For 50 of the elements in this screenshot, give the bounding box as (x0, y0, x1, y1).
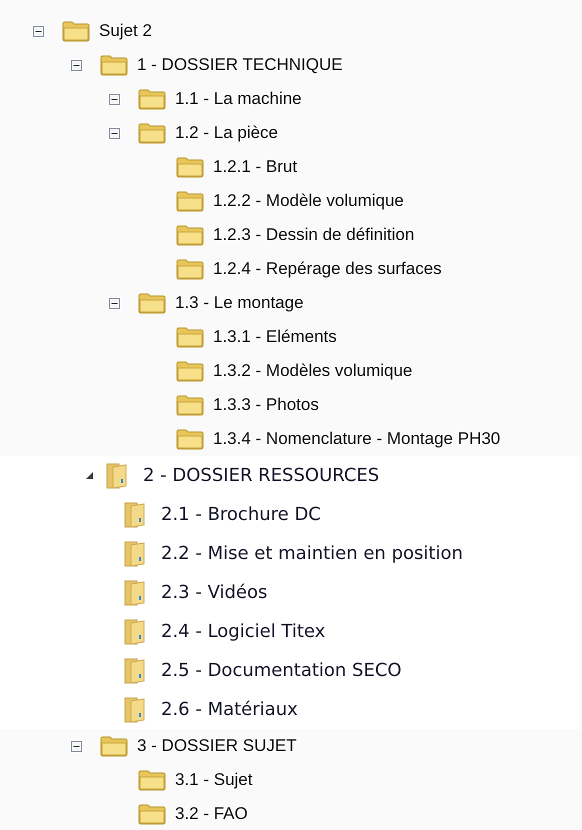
folder-icon (137, 769, 167, 791)
folder-icon (61, 20, 91, 42)
folder-icon (137, 122, 167, 144)
collapse-toggle-icon[interactable] (109, 298, 120, 308)
folder-icon (175, 394, 205, 416)
folder-icon (123, 578, 147, 606)
collapse-toggle-icon[interactable] (109, 128, 120, 138)
folder-label[interactable]: 1.2 - La pièce (175, 120, 278, 146)
folder-icon (123, 656, 147, 684)
folder-label[interactable]: 1.1 - La machine (175, 86, 302, 112)
folder-icon (123, 696, 147, 724)
folder-label[interactable]: 1.3 - Le montage (175, 290, 304, 316)
folder-label[interactable]: 1.3.3 - Photos (213, 392, 319, 418)
folder-label[interactable]: 2.6 - Matériaux (161, 696, 298, 723)
folder-icon (123, 540, 147, 568)
folder-icon (123, 618, 147, 646)
folder-label[interactable]: 1.3.1 - Eléments (213, 324, 337, 350)
folder-label[interactable]: 2.4 - Logiciel Titex (161, 618, 326, 645)
collapse-toggle-icon[interactable] (33, 26, 44, 36)
expanded-triangle-icon[interactable] (85, 471, 94, 480)
folder-icon (123, 500, 147, 528)
folder-label[interactable]: 1.2.3 - Dessin de définition (213, 222, 414, 248)
folder-icon (105, 462, 129, 490)
folder-label[interactable]: 1.2.4 - Repérage des surfaces (213, 256, 442, 282)
folder-icon (175, 224, 205, 246)
folder-icon (137, 88, 167, 110)
folder-label[interactable]: 2.1 - Brochure DC (161, 501, 321, 528)
folder-label[interactable]: 1 - DOSSIER TECHNIQUE (137, 52, 343, 78)
folder-label[interactable]: 1.3.2 - Modèles volumique (213, 358, 412, 384)
folder-icon (99, 735, 129, 757)
folder-label[interactable]: 1.2.1 - Brut (213, 154, 298, 180)
collapse-toggle-icon[interactable] (71, 60, 82, 70)
folder-label[interactable]: 3 - DOSSIER SUJET (137, 733, 297, 759)
folder-label[interactable]: Sujet 2 (99, 18, 152, 44)
folder-label[interactable]: 3.1 - Sujet (175, 767, 252, 793)
collapse-toggle-icon[interactable] (71, 740, 82, 752)
folder-label[interactable]: 2.3 - Vidéos (161, 579, 268, 606)
folder-label[interactable]: 3.2 - FAO (175, 801, 248, 827)
collapse-toggle-icon[interactable] (109, 94, 120, 104)
folder-icon (99, 54, 129, 76)
folder-icon (175, 156, 205, 178)
folder-icon (137, 803, 167, 825)
folder-icon (175, 326, 205, 348)
folder-icon (137, 292, 167, 314)
folder-icon (175, 428, 205, 450)
folder-icon (175, 360, 205, 382)
folder-icon (175, 258, 205, 280)
folder-label[interactable]: 1.2.2 - Modèle volumique (213, 188, 404, 214)
folder-label[interactable]: 1.3.4 - Nomenclature - Montage PH30 (213, 426, 500, 452)
folder-icon (175, 190, 205, 212)
